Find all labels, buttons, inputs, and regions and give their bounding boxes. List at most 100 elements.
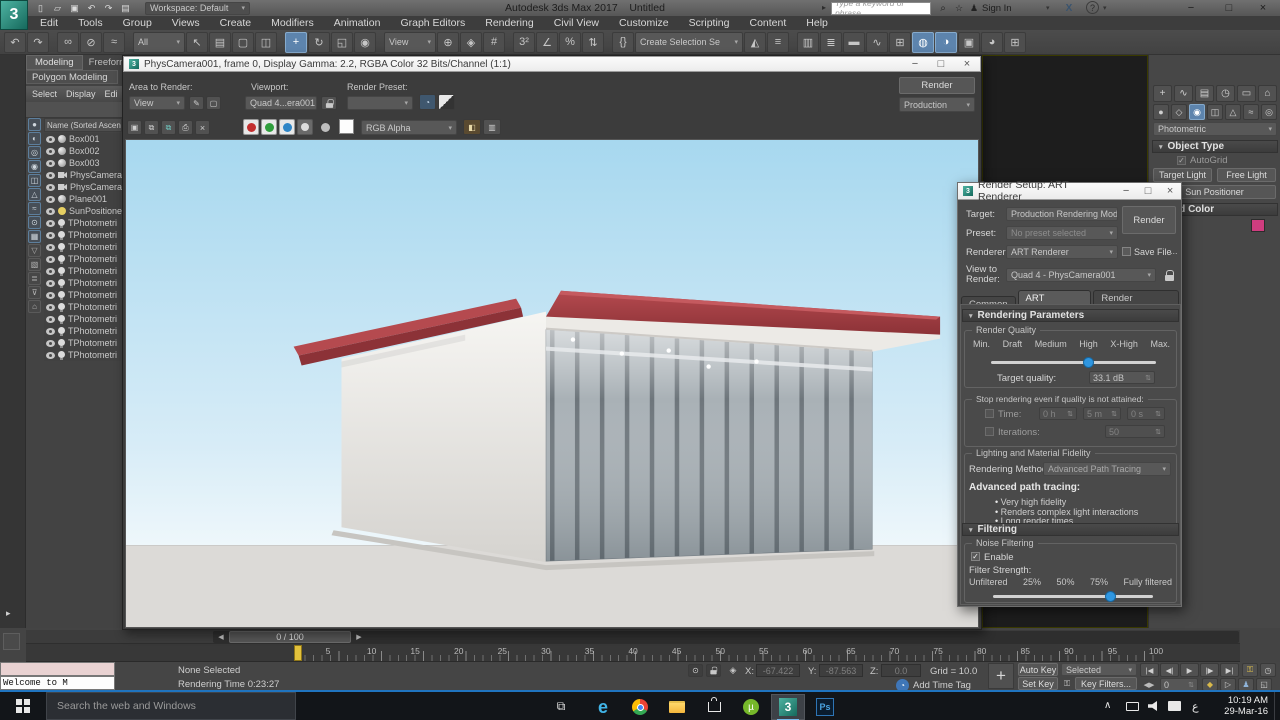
- layer-mode-icon[interactable]: ≣: [28, 272, 41, 285]
- scene-object-row[interactable]: TPhotometri: [44, 325, 122, 337]
- use-pivot-center-icon[interactable]: ⊕: [437, 32, 459, 53]
- rfw-maximize-button[interactable]: □: [928, 57, 954, 71]
- autogrid-checkbox[interactable]: ✓: [1177, 156, 1186, 165]
- green-channel-icon[interactable]: [261, 119, 277, 135]
- visibility-eye-icon[interactable]: [46, 172, 55, 179]
- separator[interactable]: [50, 32, 56, 53]
- strength-slider-handle[interactable]: [1105, 591, 1116, 602]
- workspace-dropdown[interactable]: Workspace: Default: [145, 2, 250, 15]
- time-checkbox[interactable]: [985, 409, 994, 418]
- select-and-move-icon[interactable]: +: [285, 32, 307, 53]
- menu-item[interactable]: Create: [210, 17, 262, 29]
- undo-icon[interactable]: ↶: [4, 32, 26, 53]
- monochrome-icon[interactable]: [317, 119, 333, 135]
- menu-item[interactable]: Rendering: [475, 17, 543, 29]
- visibility-eye-icon[interactable]: [46, 148, 55, 155]
- material-editor-icon[interactable]: ◍: [912, 32, 934, 53]
- separator[interactable]: [506, 32, 512, 53]
- save-file-checkbox[interactable]: [1122, 247, 1131, 256]
- app-maximize-button[interactable]: □: [1216, 0, 1242, 16]
- scene-object-row[interactable]: TPhotometri: [44, 349, 122, 361]
- object-color-swatch[interactable]: [1251, 219, 1265, 232]
- dialog-close-button[interactable]: ×: [1159, 183, 1181, 199]
- hierarchy-tab-icon[interactable]: ▤: [1195, 85, 1214, 102]
- free-light-button[interactable]: Free Light: [1217, 168, 1276, 182]
- key-step-toggle-icon[interactable]: ⚿: [1242, 663, 1258, 677]
- menu-item[interactable]: Views: [162, 17, 210, 29]
- display-cameras-icon[interactable]: ◫: [28, 174, 41, 187]
- area-to-render-dropdown[interactable]: View: [129, 96, 185, 110]
- enable-checkbox[interactable]: ✓: [971, 552, 980, 561]
- object-type-rollout[interactable]: Object Type: [1152, 140, 1278, 153]
- separator[interactable]: [790, 32, 796, 53]
- save-image-icon[interactable]: ▣: [127, 120, 142, 135]
- app-close-button[interactable]: ×: [1250, 0, 1276, 16]
- target-dropdown[interactable]: Production Rendering Mode: [1006, 207, 1118, 221]
- favorites-star-icon[interactable]: ☆: [952, 1, 966, 15]
- visibility-eye-icon[interactable]: [46, 256, 55, 263]
- channel-display-dropdown[interactable]: RGB Alpha: [361, 120, 457, 135]
- render-setup-teapot-icon[interactable]: ◔: [419, 94, 436, 110]
- angle-snap-icon[interactable]: ∠: [536, 32, 558, 53]
- selection-lock-icon[interactable]: [706, 664, 721, 677]
- selection-region-icon[interactable]: ▢: [232, 32, 254, 53]
- scene-object-row[interactable]: Box001: [44, 133, 122, 145]
- scene-object-row[interactable]: Plane001: [44, 193, 122, 205]
- new-file-icon[interactable]: ▯: [32, 2, 49, 15]
- start-button[interactable]: [0, 692, 46, 720]
- select-object-icon[interactable]: ↖: [186, 32, 208, 53]
- target-quality-spinner[interactable]: 33.1 dB: [1089, 371, 1155, 384]
- viewport-lock-icon[interactable]: [321, 96, 337, 110]
- clear-color-swatch[interactable]: [339, 119, 354, 134]
- viewport-layout-tab-icon[interactable]: [3, 633, 20, 650]
- edit-region-icon[interactable]: ▢: [206, 96, 221, 110]
- scene-object-row[interactable]: TPhotometri: [44, 337, 122, 349]
- keyboard-override-icon[interactable]: #: [483, 32, 505, 53]
- rfw-minimize-button[interactable]: −: [902, 57, 928, 71]
- track-bar[interactable]: 5101520253035404550556065707580859095100: [26, 644, 1240, 662]
- display-bones-icon[interactable]: ⊙: [28, 216, 41, 229]
- scene-object-row[interactable]: TPhotometri: [44, 277, 122, 289]
- modify-tab-icon[interactable]: ∿: [1174, 85, 1193, 102]
- display-all-icon[interactable]: ●: [28, 118, 41, 131]
- open-file-icon[interactable]: ▱: [49, 2, 66, 15]
- blue-channel-icon[interactable]: [279, 119, 295, 135]
- ribbon-panel-polygon-modeling[interactable]: Polygon Modeling: [26, 70, 118, 84]
- lights-category-icon[interactable]: ◉: [1189, 104, 1205, 120]
- select-and-manipulate-icon[interactable]: ◈: [460, 32, 482, 53]
- dialog-minimize-button[interactable]: −: [1115, 183, 1137, 199]
- time-config-icon[interactable]: ◷: [1260, 663, 1276, 677]
- hierarchy-mode-icon[interactable]: ▧: [28, 258, 41, 271]
- help-dropdown-icon[interactable]: ▾: [1103, 4, 1107, 12]
- scene-object-row[interactable]: TPhotometri: [44, 289, 122, 301]
- expand-panel-icon[interactable]: ▸: [6, 608, 11, 619]
- display-warps-icon[interactable]: ≈: [28, 202, 41, 215]
- copy-image-icon[interactable]: ⧉: [144, 120, 159, 135]
- percent-snap-icon[interactable]: %: [559, 32, 581, 53]
- scene-explorer-header[interactable]: Name (Sorted Ascendin: [44, 118, 122, 132]
- cameras-category-icon[interactable]: ◫: [1207, 104, 1223, 120]
- scene-object-row[interactable]: TPhotometri: [44, 313, 122, 325]
- time-spinner[interactable]: 0 s: [1127, 407, 1165, 420]
- maxscript-listener-field[interactable]: Welcome to M: [0, 676, 115, 690]
- ribbon-tab-freeform[interactable]: Freeform: [83, 56, 122, 69]
- menu-item[interactable]: Tools: [68, 17, 113, 29]
- select-and-scale-icon[interactable]: ◱: [331, 32, 353, 53]
- create-tab-icon[interactable]: +: [1153, 85, 1172, 102]
- go-to-start-button[interactable]: |◀: [1140, 663, 1159, 677]
- bind-to-space-warp-icon[interactable]: ≈: [103, 32, 125, 53]
- user-icon[interactable]: ♟: [968, 1, 980, 15]
- red-channel-icon[interactable]: [243, 119, 259, 135]
- tray-notifications-icon[interactable]: [1168, 701, 1181, 711]
- redo-icon[interactable]: ↷: [27, 32, 49, 53]
- select-and-link-icon[interactable]: ∞: [57, 32, 79, 53]
- scene-object-row[interactable]: TPhotometri: [44, 217, 122, 229]
- absolute-mode-icon[interactable]: ◈: [726, 664, 740, 677]
- z-coordinate-field[interactable]: 0.0: [881, 664, 921, 677]
- time-slider-next-button[interactable]: ▶: [353, 631, 365, 643]
- select-and-place-icon[interactable]: ◉: [354, 32, 376, 53]
- previous-frame-button[interactable]: ◀|: [1160, 663, 1179, 677]
- rfw-render-button[interactable]: Render: [899, 77, 975, 94]
- renderer-dropdown[interactable]: ART Renderer: [1006, 245, 1118, 259]
- select-by-name-icon[interactable]: ▤: [209, 32, 231, 53]
